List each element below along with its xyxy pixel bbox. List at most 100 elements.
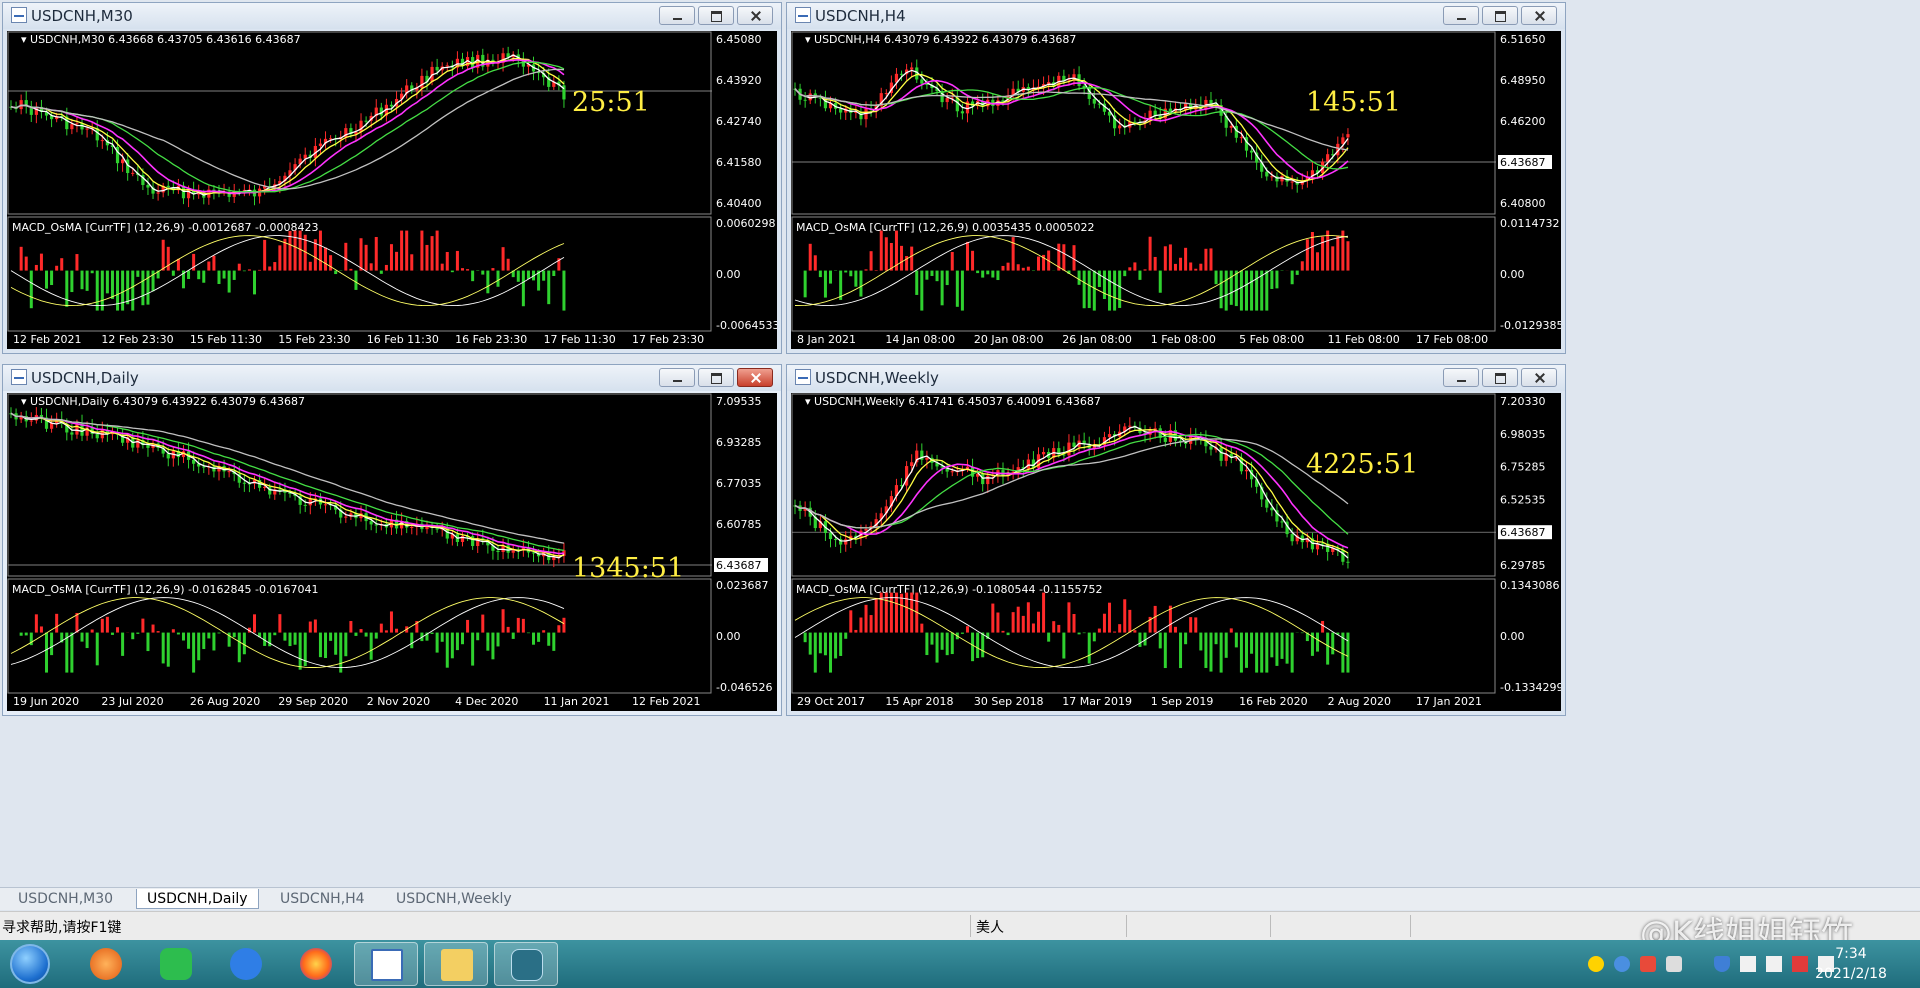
titlebar[interactable]: USDCNH,Daily <box>3 365 781 391</box>
macd-histogram-bar <box>1092 632 1096 642</box>
macd-histogram-bar <box>232 270 236 280</box>
chart-area[interactable]: 6.45080 6.43920 6.42740 6.41580 6.40400 ▾ USD… <box>7 31 777 349</box>
macd-histogram-bar <box>1123 270 1127 277</box>
tray-icon[interactable] <box>1614 956 1630 972</box>
macd-axis-label: 0.0114732 <box>1500 217 1560 230</box>
chart-svg[interactable]: 7.20330 6.98035 6.75285 6.52535 6.43687 6.297… <box>791 393 1561 711</box>
titlebar[interactable]: USDCNH,Weekly <box>787 365 1565 391</box>
macd-histogram-bar <box>121 632 125 656</box>
taskbar-app-4[interactable] <box>284 942 348 986</box>
macd-histogram-bar <box>1300 632 1304 634</box>
maximize-button[interactable] <box>1482 6 1518 25</box>
taskbar-app-7[interactable] <box>494 942 558 986</box>
macd-histogram-bar <box>1168 244 1172 271</box>
tab-h4[interactable]: USDCNH,H4 <box>270 889 375 909</box>
minimize-button[interactable] <box>659 368 695 387</box>
macd-histogram-bar <box>1021 615 1025 633</box>
taskbar-app-3[interactable] <box>214 942 278 986</box>
taskbar-app-5[interactable] <box>354 942 418 986</box>
taskbar-app-2[interactable] <box>144 942 208 986</box>
chart-window-daily[interactable]: USDCNH,Daily 7.09535 6.93285 6.77035 6.6078… <box>2 364 782 716</box>
chart-area[interactable]: 6.51650 6.48950 6.46200 6.43687 6.40800 ▾ USD… <box>791 31 1561 349</box>
macd-axis-label: -0.046526 <box>716 681 772 694</box>
macd-histogram-bar <box>491 632 495 660</box>
close-button[interactable] <box>1521 6 1557 25</box>
macd-histogram-bar <box>1255 270 1259 311</box>
chart-svg[interactable]: 6.51650 6.48950 6.46200 6.43687 6.40800 ▾ USD… <box>791 31 1561 349</box>
macd-histogram-bar <box>410 254 414 271</box>
macd-histogram-bar <box>844 270 848 273</box>
macd-histogram-bar <box>884 592 888 633</box>
time-axis-label: 30 Sep 2018 <box>974 695 1044 708</box>
maximize-button[interactable] <box>698 368 734 387</box>
shield-icon[interactable] <box>1714 956 1730 972</box>
tab-daily[interactable]: USDCNH,Daily <box>136 889 259 909</box>
macd-histogram-bar <box>496 270 500 287</box>
chart-svg[interactable]: 7.09535 6.93285 6.77035 6.60785 6.43687 ▾ USD… <box>7 393 777 711</box>
volume-muted-icon[interactable] <box>1766 956 1782 972</box>
macd-histogram-bar <box>90 629 94 633</box>
candle-body <box>1092 98 1096 104</box>
candle-body <box>1320 543 1325 545</box>
chart-window-weekly[interactable]: USDCNH,Weekly 7.20330 6.98035 6.75285 6.525… <box>786 364 1566 716</box>
close-button[interactable] <box>737 6 773 25</box>
macd-histogram-bar <box>915 270 919 295</box>
macd-histogram-bar <box>1011 612 1015 633</box>
chart-svg[interactable]: 6.45080 6.43920 6.42740 6.41580 6.40400 ▾ USD… <box>7 31 777 349</box>
chart-window-h4[interactable]: USDCNH,H4 6.51650 6.48950 6.46200 6.43687 6.… <box>786 2 1566 354</box>
tab-m30[interactable]: USDCNH,M30 <box>8 889 123 909</box>
time-axis-label: 17 Mar 2019 <box>1062 695 1132 708</box>
macd-histogram-bar <box>930 632 934 645</box>
candle-body <box>212 466 216 472</box>
macd-histogram-bar <box>146 270 150 305</box>
macd-histogram-bar <box>1305 239 1309 271</box>
chart-window-icon <box>11 369 27 385</box>
candle-body <box>156 192 160 194</box>
taskbar-app-1[interactable] <box>74 942 138 986</box>
chart-area[interactable]: 7.09535 6.93285 6.77035 6.60785 6.43687 ▾ USD… <box>7 393 777 711</box>
macd-histogram-bar <box>298 230 302 271</box>
macd-histogram-bar <box>935 632 939 663</box>
macd-header-label: MACD_OsMA [CurrTF] (12,26,9) -0.0162845 … <box>12 583 318 596</box>
close-button[interactable] <box>1521 368 1557 387</box>
close-button[interactable] <box>737 368 773 387</box>
candle-body <box>986 475 990 485</box>
macd-histogram-bar <box>910 592 914 633</box>
clock-date[interactable]: 2021/2/18 <box>1806 966 1896 982</box>
maximize-button[interactable] <box>1482 368 1518 387</box>
tray-icon[interactable] <box>1666 956 1682 972</box>
taskbar-app-6[interactable] <box>424 942 488 986</box>
time-axis-label: 16 Feb 23:30 <box>455 333 527 346</box>
macd-histogram-bar <box>369 263 373 271</box>
clock-time[interactable]: 7:34 <box>1806 946 1896 962</box>
macd-histogram-bar <box>996 270 1000 281</box>
macd-histogram-bar <box>425 244 429 271</box>
candle-body <box>100 140 104 142</box>
minimize-button[interactable] <box>1443 6 1479 25</box>
candle-body <box>884 93 888 95</box>
candle-body <box>369 521 373 525</box>
macd-histogram-bar <box>298 632 302 670</box>
macd-histogram-bar <box>1326 230 1330 271</box>
maximize-button[interactable] <box>698 6 734 25</box>
macd-histogram-bar <box>95 632 99 666</box>
candle-body <box>833 539 838 541</box>
macd-histogram-bar <box>834 632 838 659</box>
macd-histogram-bar <box>384 630 388 633</box>
titlebar[interactable]: USDCNH,M30 <box>3 3 781 29</box>
chart-area[interactable]: 7.20330 6.98035 6.75285 6.52535 6.43687 6.297… <box>791 393 1561 711</box>
tray-icon[interactable] <box>1640 956 1656 972</box>
tray-icon[interactable] <box>1588 956 1604 972</box>
candle-body <box>803 99 807 101</box>
candle-body <box>828 533 833 540</box>
start-button[interactable] <box>10 944 50 984</box>
minimize-button[interactable] <box>1443 368 1479 387</box>
titlebar[interactable]: USDCNH,H4 <box>787 3 1565 29</box>
minimize-button[interactable] <box>659 6 695 25</box>
tab-weekly[interactable]: USDCNH,Weekly <box>386 889 522 909</box>
macd-histogram-bar <box>940 632 944 650</box>
browser-icon <box>90 948 122 980</box>
network-icon[interactable] <box>1740 956 1756 972</box>
chart-window-m30[interactable]: USDCNH,M30 6.45080 6.43920 6.42740 6.41580 6… <box>2 2 782 354</box>
macd-histogram-bar <box>879 230 883 271</box>
